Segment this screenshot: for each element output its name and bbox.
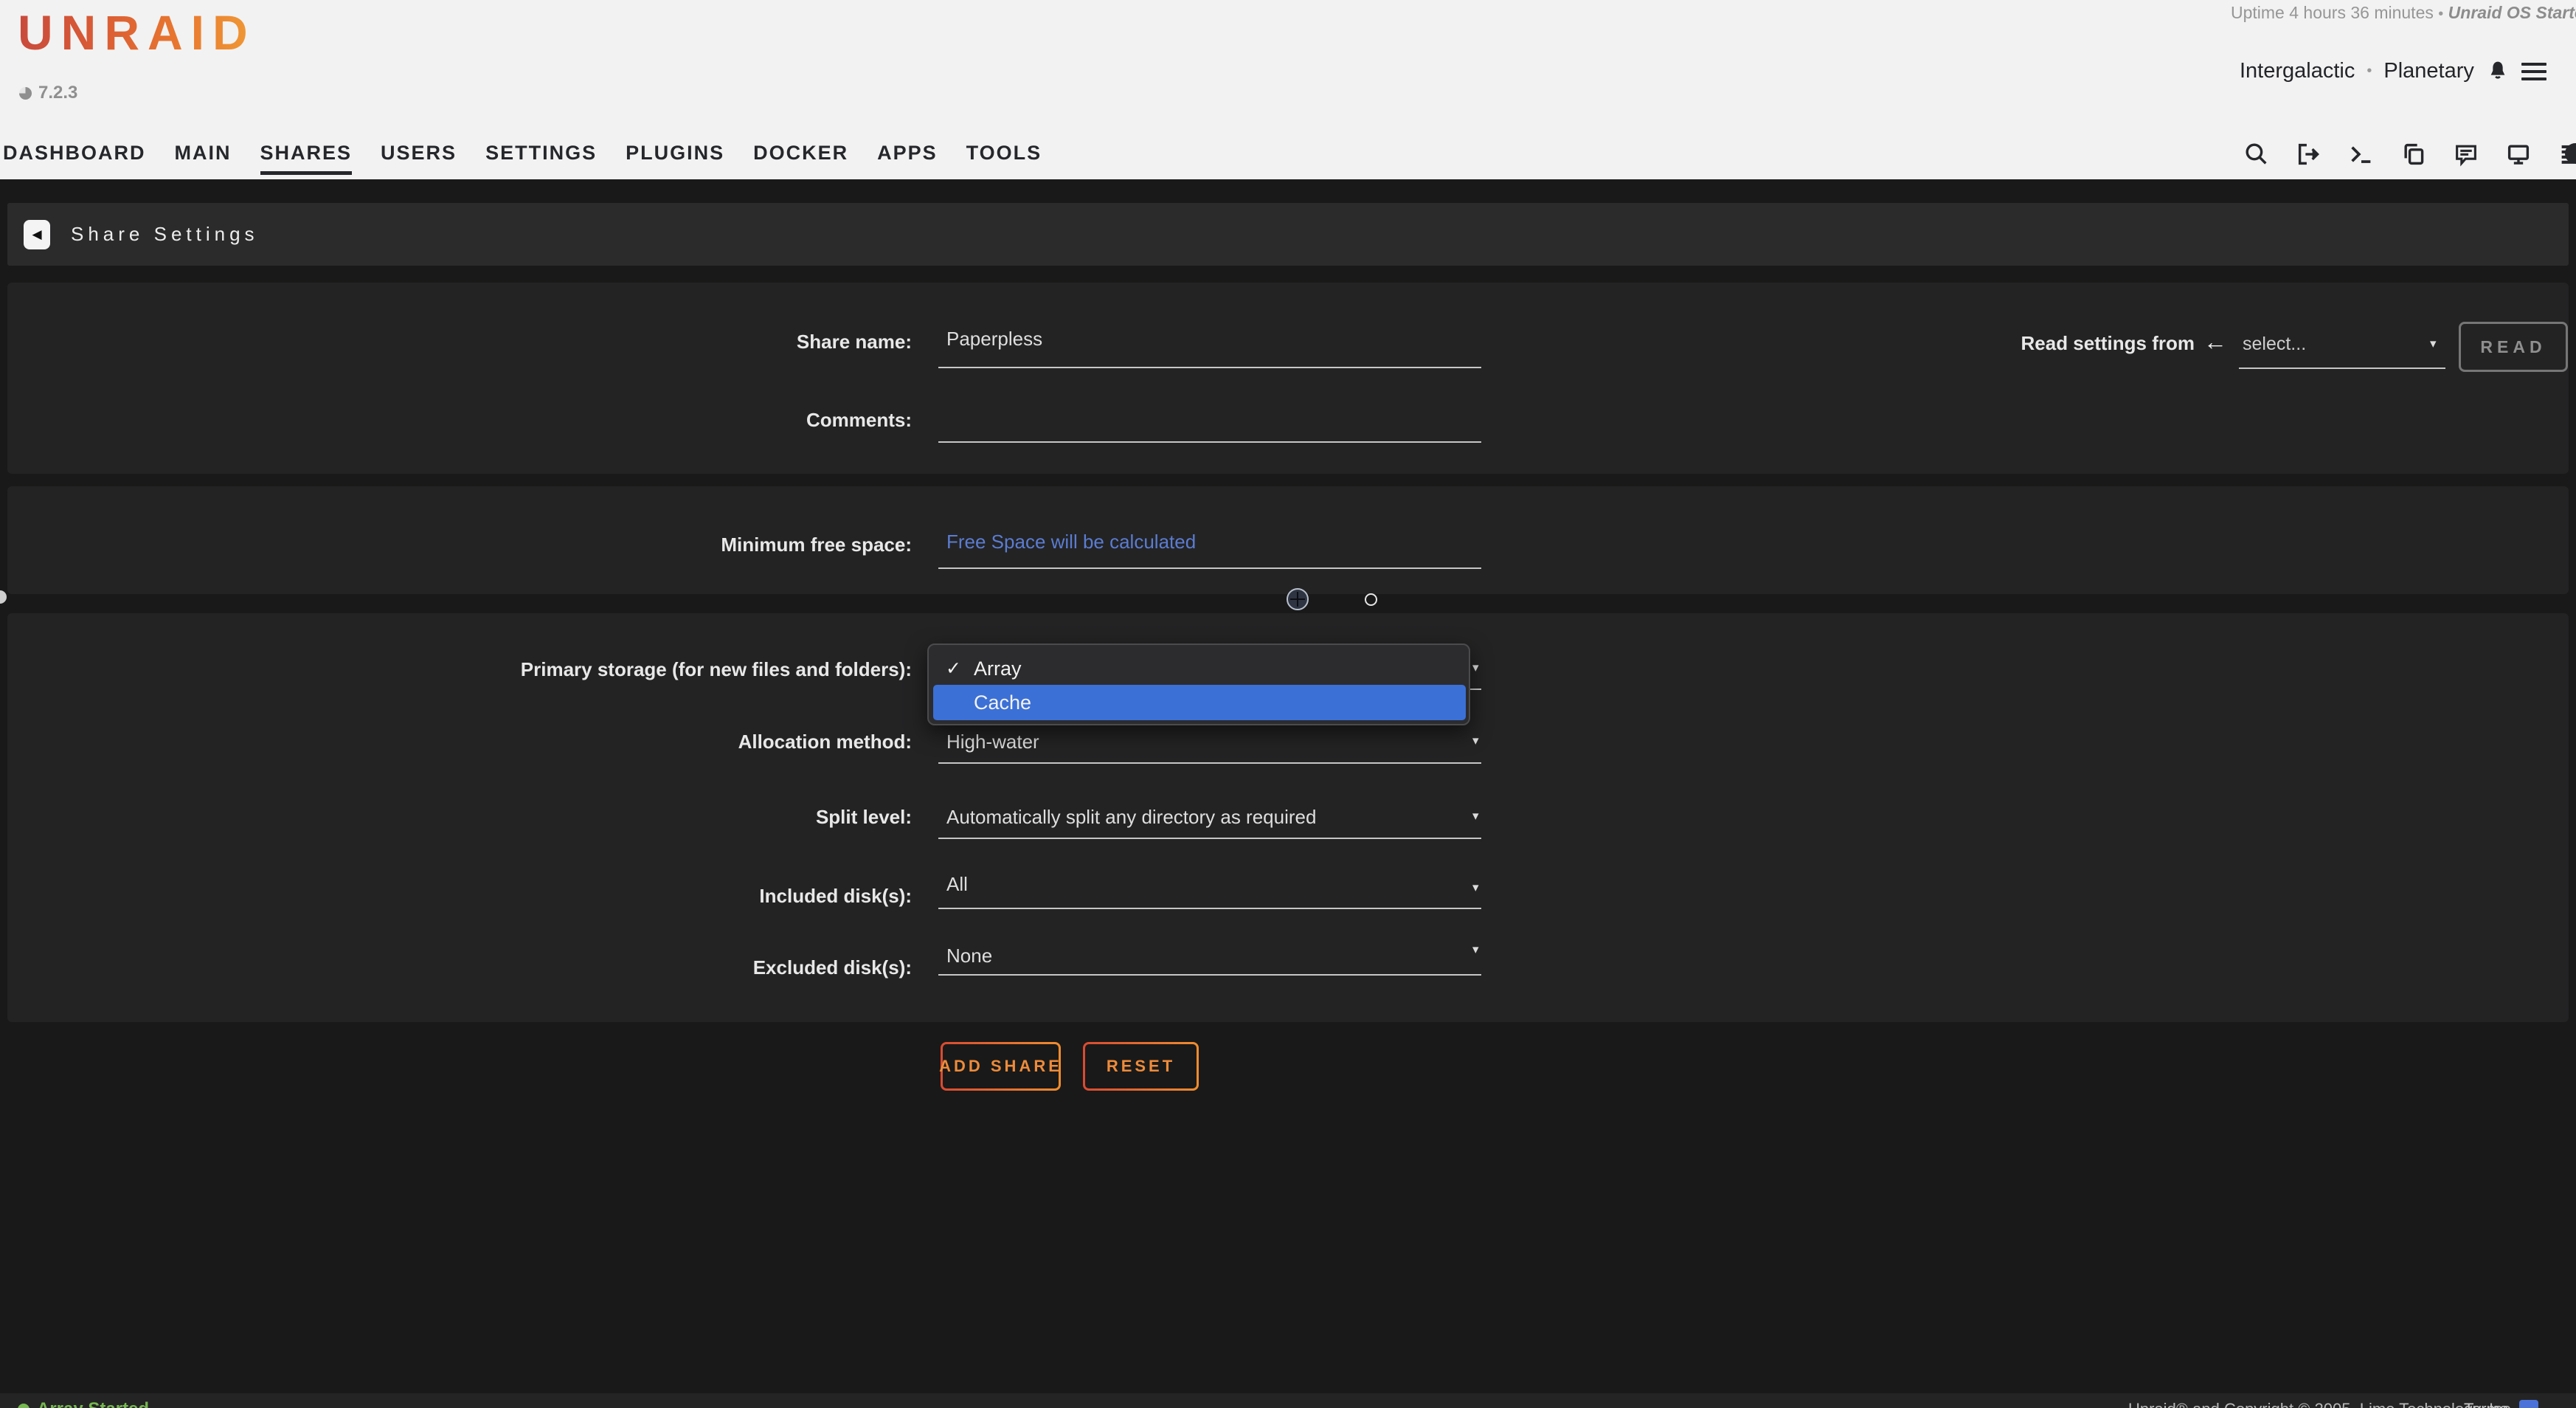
bell-icon[interactable] bbox=[2486, 60, 2510, 83]
comments-underline bbox=[938, 441, 1481, 443]
feedback-icon[interactable] bbox=[2454, 142, 2479, 167]
array-status: Array Started bbox=[18, 1399, 149, 1408]
excluded-disks-label: Excluded disk(s): bbox=[0, 956, 912, 979]
share-name-input[interactable] bbox=[946, 328, 1463, 351]
min-free-input[interactable] bbox=[946, 531, 1463, 553]
option-array[interactable]: ✓ Array bbox=[929, 651, 1469, 686]
split-level-label: Split level: bbox=[0, 806, 912, 829]
menu-icon[interactable] bbox=[2521, 63, 2551, 80]
read-settings-underline bbox=[2239, 367, 2445, 369]
unraid-logo[interactable]: UNRAID bbox=[18, 4, 256, 61]
copyright-text: Unraid® and Copyright © 2005, Lime Techn… bbox=[2128, 1400, 2515, 1408]
nav-item-shares[interactable]: SHARES bbox=[260, 142, 353, 175]
cursor-dot-icon bbox=[1365, 593, 1377, 606]
page-title: Share Settings bbox=[71, 223, 259, 246]
nav-item-tools[interactable]: TOOLS bbox=[966, 142, 1042, 175]
terminal-icon[interactable] bbox=[2349, 142, 2374, 167]
server-separator: • bbox=[2366, 63, 2372, 80]
chevron-down-icon: ▾ bbox=[1472, 880, 1479, 895]
version-badge: 7.2.3 bbox=[19, 83, 77, 103]
comments-input[interactable] bbox=[946, 406, 1463, 429]
included-disks-underline bbox=[938, 908, 1481, 909]
header: UNRAID 7.2.3 Uptime 4 hours 36 minutes •… bbox=[0, 0, 2576, 179]
excluded-disks-select[interactable]: None bbox=[946, 945, 992, 967]
server-description[interactable]: Planetary bbox=[2383, 59, 2474, 83]
allocation-select[interactable]: High-water bbox=[946, 731, 1039, 753]
chevron-down-icon: ▾ bbox=[1472, 660, 1479, 675]
share-name-label: Share name: bbox=[0, 331, 912, 353]
chevron-down-icon: ▾ bbox=[2430, 337, 2437, 351]
min-free-label: Minimum free space: bbox=[0, 534, 912, 556]
nav-item-docker[interactable]: DOCKER bbox=[753, 142, 848, 175]
back-icon[interactable]: ◀ bbox=[24, 220, 50, 249]
option-cache[interactable]: Cache bbox=[933, 685, 1466, 720]
nav-item-apps[interactable]: APPS bbox=[877, 142, 938, 175]
unraid-webgui: UNRAID 7.2.3 Uptime 4 hours 36 minutes •… bbox=[0, 0, 2576, 1408]
share-name-underline bbox=[938, 367, 1481, 368]
allocation-label: Allocation method: bbox=[0, 731, 912, 753]
add-share-button[interactable]: ADD SHARE bbox=[941, 1042, 1061, 1091]
primary-storage-dropdown: ✓ Array Cache bbox=[927, 643, 1470, 725]
read-settings-label: Read settings from bbox=[1807, 332, 2195, 355]
chevron-down-icon: ▾ bbox=[1472, 734, 1479, 748]
server-name[interactable]: Intergalactic bbox=[2240, 59, 2355, 83]
nav-icon-strip bbox=[2244, 142, 2576, 167]
footer: Array Started Unraid® and Copyright © 20… bbox=[0, 1393, 2576, 1408]
reset-button[interactable]: RESET bbox=[1083, 1042, 1199, 1091]
remote-access-icon[interactable] bbox=[2506, 142, 2531, 167]
split-level-select[interactable]: Automatically split any directory as req… bbox=[946, 806, 1316, 829]
copy-icon[interactable] bbox=[2401, 142, 2426, 167]
nav-menu: DASHBOARD MAIN SHARES USERS SETTINGS PLU… bbox=[3, 142, 1042, 175]
chevron-down-icon: ▾ bbox=[1472, 809, 1479, 824]
footer-link-icon[interactable] bbox=[2519, 1400, 2538, 1408]
server-row: Intergalactic • Planetary bbox=[2240, 59, 2551, 83]
version-text: 7.2.3 bbox=[38, 83, 77, 103]
included-disks-select[interactable]: All bbox=[946, 873, 968, 896]
primary-storage-underline bbox=[1470, 689, 1481, 690]
panel-share-identity bbox=[7, 283, 2569, 474]
primary-storage-label: Primary storage (for new files and folde… bbox=[0, 658, 912, 681]
nav-item-plugins[interactable]: PLUGINS bbox=[626, 142, 724, 175]
read-settings-select[interactable]: select... bbox=[2243, 334, 2306, 355]
terms-link[interactable]: Terms bbox=[2464, 1400, 2508, 1408]
min-free-underline bbox=[938, 567, 1481, 569]
uptime-row: Uptime 4 hours 36 minutes • Unraid OS St… bbox=[2231, 3, 2576, 23]
arrow-left-icon: ← bbox=[2203, 328, 2227, 356]
split-level-underline bbox=[938, 838, 1481, 839]
comments-label: Comments: bbox=[0, 409, 912, 432]
included-disks-label: Included disk(s): bbox=[0, 885, 912, 908]
check-icon: ✓ bbox=[946, 658, 961, 680]
chevron-down-icon: ▾ bbox=[1472, 942, 1479, 957]
edge-notch bbox=[0, 590, 7, 604]
nav-item-dashboard[interactable]: DASHBOARD bbox=[3, 142, 146, 175]
version-pie-icon bbox=[19, 87, 32, 100]
titlebar: ◀ Share Settings bbox=[7, 203, 2569, 266]
read-button[interactable]: READ bbox=[2459, 322, 2568, 372]
license-text: Unraid OS Starter bbox=[2448, 3, 2576, 22]
nav-item-users[interactable]: USERS bbox=[381, 142, 457, 175]
nav-item-settings[interactable]: SETTINGS bbox=[485, 142, 597, 175]
search-icon[interactable] bbox=[2244, 142, 2269, 167]
move-cursor-icon bbox=[1287, 588, 1309, 610]
uptime-text: Uptime 4 hours 36 minutes bbox=[2231, 3, 2434, 22]
allocation-underline bbox=[938, 762, 1481, 764]
uptime-separator: • bbox=[2438, 6, 2443, 22]
status-dot-icon bbox=[18, 1404, 30, 1408]
excluded-disks-underline bbox=[938, 974, 1481, 976]
nav-item-main[interactable]: MAIN bbox=[175, 142, 232, 175]
sign-out-icon[interactable] bbox=[2296, 142, 2321, 167]
